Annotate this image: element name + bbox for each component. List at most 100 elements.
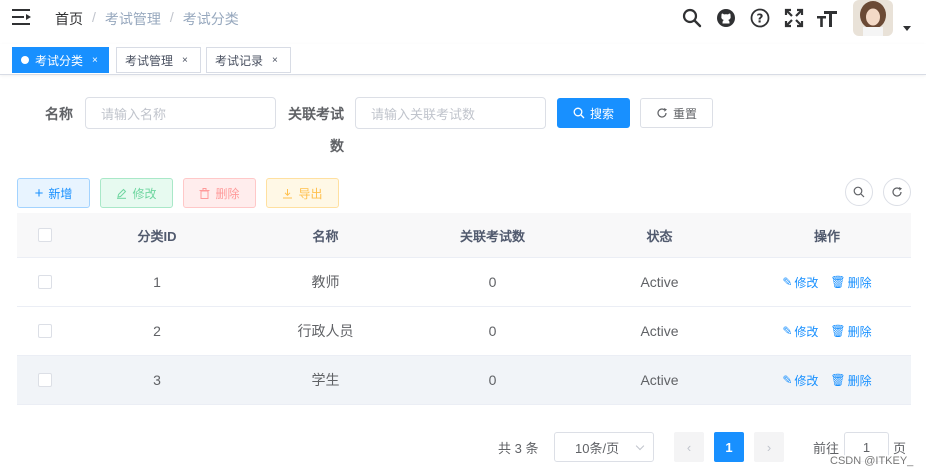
close-icon[interactable]: × [182,55,188,66]
cell-actions: ✎ 修改 🗑︎ 删除 [743,274,911,291]
plus-icon: + [34,184,44,202]
navbar: 首页 / 考试管理 / 考试分类 ? [0,0,926,36]
breadcrumb-exam-management[interactable]: 考试管理 [105,9,161,29]
column-header-id[interactable]: 分类ID [72,226,242,245]
table-row[interactable]: 2 行政人员 0 Active ✎ 修改 🗑︎ 删除 [17,307,911,356]
reset-button[interactable]: 重置 [640,98,713,128]
refresh-icon [657,108,667,118]
cell-status: Active [640,372,679,388]
cell-status: Active [640,323,679,339]
row-delete-label: 删除 [847,324,872,339]
search-icon [573,107,585,119]
count-input[interactable]: 请输入关联考试数 [355,97,546,129]
page-number-button[interactable]: 1 [714,432,744,462]
cell-count: 0 [488,323,497,339]
refresh-button[interactable] [883,178,911,206]
watermark: CSDN @ITKEY_ [830,455,914,467]
row-delete-link[interactable]: 🗑︎ 删除 [830,274,871,291]
help-icon[interactable]: ? [749,7,771,29]
row-delete-link[interactable]: 🗑︎ 删除 [830,372,871,389]
breadcrumb-separator: / [169,9,174,25]
select-all-checkbox[interactable] [37,228,52,242]
cell-name: 行政人员 [297,323,354,339]
row-edit-label: 修改 [794,324,819,339]
delete-button[interactable]: 删除 [183,178,256,208]
column-header-actions: 操作 [813,228,840,244]
name-input[interactable]: 请输入名称 [85,97,276,129]
close-icon[interactable]: × [272,55,278,66]
cell-actions: ✎ 修改 🗑︎ 删除 [743,323,911,340]
category-table: 分类ID 名称 关联考试数 状态 操作 1 教师 0 Active ✎ 修改 🗑︎… [17,213,911,405]
reset-button-label: 重置 [672,106,697,121]
user-avatar[interactable] [853,0,893,36]
search-icon[interactable] [681,7,703,29]
page-size-select[interactable]: 10条/页 [554,432,654,462]
cell-id: 2 [153,323,161,339]
row-checkbox[interactable] [37,324,52,338]
table-header: 分类ID 名称 关联考试数 状态 操作 [17,213,911,258]
svg-text:?: ? [757,12,764,26]
cell-name: 教师 [311,274,340,290]
add-button[interactable]: + 新增 [17,178,90,208]
row-delete-label: 删除 [847,373,872,388]
row-select-cell [17,373,72,387]
search-button[interactable]: 搜索 [557,98,630,128]
row-delete-link[interactable]: 🗑︎ 删除 [830,323,871,340]
row-edit-link[interactable]: ✎ 修改 [782,274,818,291]
fullscreen-icon[interactable] [783,7,805,29]
tag-exam-records[interactable]: 考试记录 × [206,47,291,73]
close-icon[interactable]: × [92,55,98,66]
tag-label: 考试分类 [35,53,84,68]
delete-icon: 🗑︎ [830,324,846,338]
count-label-wrap: 数 [330,138,344,154]
tag-exam-management[interactable]: 考试管理 × [116,47,201,73]
prev-page-button[interactable]: ‹ [674,432,704,462]
row-select-cell [17,275,72,289]
tag-exam-category[interactable]: 考试分类 × [12,47,109,73]
column-header-count[interactable]: 关联考试数 [409,226,576,245]
export-button[interactable]: 导出 [266,178,339,208]
tag-label: 考试记录 [215,53,264,68]
tag-label: 考试管理 [125,53,174,68]
breadcrumb-home[interactable]: 首页 [55,9,83,29]
cell-id: 3 [153,372,161,388]
search-button-label: 搜索 [589,106,614,121]
toggle-search-button[interactable] [845,178,873,206]
next-page-button[interactable]: › [754,432,784,462]
edit-icon [117,188,127,199]
cell-name: 学生 [311,372,340,388]
tags-view: 考试分类 × 考试管理 × 考试记录 × [0,44,926,75]
cell-actions: ✎ 修改 🗑︎ 删除 [743,372,911,389]
row-edit-label: 修改 [794,275,819,290]
column-header-name[interactable]: 名称 [242,226,409,245]
pagination-total: 共 3 条 [498,441,539,456]
name-label: 名称 [45,106,73,122]
edit-icon: ✎ [782,275,793,289]
row-edit-label: 修改 [794,373,819,388]
row-checkbox[interactable] [37,275,52,289]
caret-down-icon[interactable] [903,26,911,31]
cell-status: Active [640,274,679,290]
search-icon [853,186,865,198]
edit-button-label: 修改 [132,186,157,201]
edit-icon: ✎ [782,324,793,338]
github-icon[interactable] [715,7,737,29]
add-button-label: 新增 [48,186,73,201]
delete-icon [199,187,210,199]
delete-icon: 🗑︎ [830,373,846,387]
column-header-status[interactable]: 状态 [576,226,743,245]
cell-count: 0 [488,274,497,290]
table-row[interactable]: 1 教师 0 Active ✎ 修改 🗑︎ 删除 [17,258,911,307]
refresh-icon [892,187,902,197]
hamburger-icon[interactable] [12,8,32,26]
chevron-down-icon [635,441,645,451]
row-edit-link[interactable]: ✎ 修改 [782,323,818,340]
table-row[interactable]: 3 学生 0 Active ✎ 修改 🗑︎ 删除 [17,356,911,405]
count-label: 关联考试 [288,106,344,122]
row-edit-link[interactable]: ✎ 修改 [782,372,818,389]
edit-button[interactable]: 修改 [100,178,173,208]
font-size-icon[interactable] [816,7,838,29]
row-checkbox[interactable] [37,373,52,387]
chevron-left-icon: ‹ [686,439,692,455]
edit-icon: ✎ [782,373,793,387]
